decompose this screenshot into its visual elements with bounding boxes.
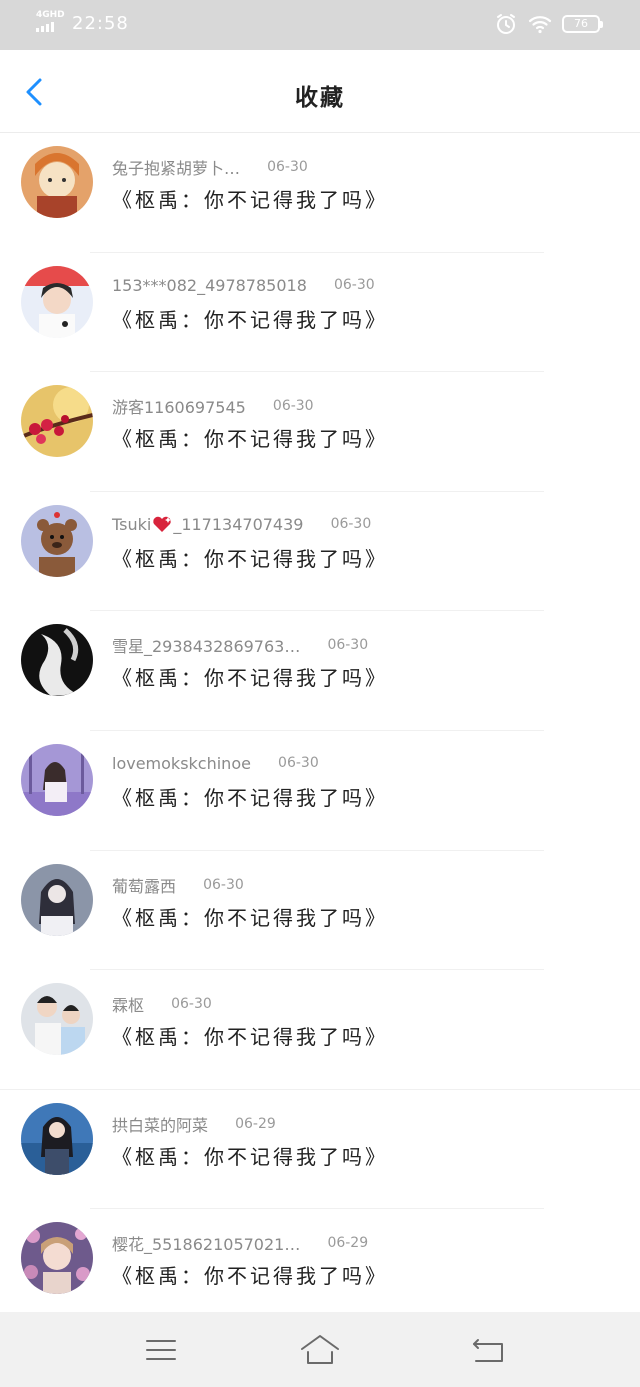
nickname: Tsuki <box>112 514 152 534</box>
date: 06-30 <box>203 876 244 893</box>
avatar[interactable] <box>21 624 93 697</box>
item-title: 《枢禹：你不记得我了吗》 <box>112 905 388 930</box>
date: 06-30 <box>330 516 372 533</box>
item-title: 《枢禹：你不记得我了吗》 <box>112 307 388 332</box>
item-meta: 葡萄露西 06-30 <box>112 873 244 897</box>
item-title: 《枢禹：你不记得我了吗》 <box>112 666 388 691</box>
date: 06-30 <box>272 398 314 415</box>
item-meta: 樱花_5518621057021… 06-29 <box>112 1231 368 1255</box>
date: 06-29 <box>327 1235 369 1252</box>
item-meta: lovemokskchinoe 06-30 <box>112 753 319 777</box>
item-meta: 拱白菜的阿菜 06-29 <box>112 1112 276 1136</box>
item-meta: 兔子抱紧胡萝卜… 06-30 <box>112 155 308 179</box>
list-item[interactable]: 霖枢 06-30 《枢禹：你不记得我了吗》 <box>0 970 640 1090</box>
page-title: 收藏 <box>295 85 345 111</box>
item-title: 《枢禹：你不记得我了吗》 <box>112 546 388 571</box>
nickname: lovemokskchinoe <box>112 753 251 773</box>
avatar[interactable] <box>21 146 93 218</box>
date: 06-30 <box>327 637 369 654</box>
item-title: 《枢禹：你不记得我了吗》 <box>112 785 388 810</box>
item-title: 《枢禹：你不记得我了吗》 <box>112 1264 388 1289</box>
item-title: 《枢禹：你不记得我了吗》 <box>112 427 388 452</box>
network-type: 4GHD <box>36 10 65 20</box>
item-meta: 153***082_4978785018 06-30 <box>112 275 375 299</box>
nickname: 拱白菜的阿菜 <box>112 1115 209 1135</box>
list-item[interactable]: 樱花_5518621057021… 06-29 《枢禹：你不记得我了吗》 <box>0 1209 640 1329</box>
list-item[interactable]: 153***082_4978785018 06-30 《枢禹：你不记得我了吗》 <box>0 253 640 373</box>
home-icon[interactable] <box>298 1330 342 1370</box>
item-meta: 雪星_2938432869763… 06-30 <box>112 633 368 657</box>
avatar[interactable] <box>21 385 93 458</box>
avatar[interactable] <box>21 1222 93 1295</box>
battery-tip <box>600 21 603 28</box>
battery-icon: 76 <box>562 15 600 33</box>
list-item[interactable]: 雪星_2938432869763… 06-30 《枢禹：你不记得我了吗》 <box>0 611 640 731</box>
avatar[interactable] <box>21 265 93 338</box>
nickname: 樱花_5518621057021… <box>112 1235 301 1255</box>
nickname: 霖枢 <box>112 996 145 1016</box>
header: 收藏 <box>0 50 640 133</box>
list-item[interactable]: 游客1160697545 06-30 《枢禹：你不记得我了吗》 <box>0 372 640 492</box>
avatar[interactable] <box>21 983 93 1056</box>
avatar[interactable] <box>21 504 93 577</box>
battery-level: 76 <box>574 17 588 30</box>
item-title: 《枢禹：你不记得我了吗》 <box>112 1025 388 1050</box>
list-item[interactable]: lovemokskchinoe 06-30 《枢禹：你不记得我了吗》 <box>0 731 640 851</box>
status-time: 22:58 <box>72 13 129 34</box>
signal-icon <box>36 22 54 32</box>
nickname: 雪星_2938432869763… <box>112 637 301 657</box>
favorites-list: 兔子抱紧胡萝卜… 06-30 《枢禹：你不记得我了吗》 153***082_49… <box>0 133 640 1329</box>
avatar[interactable] <box>21 743 93 816</box>
item-title: 《枢禹：你不记得我了吗》 <box>112 188 388 212</box>
date: 06-30 <box>267 159 308 175</box>
status-bar: 4GHD 22:58 76 <box>0 0 640 50</box>
list-item[interactable]: 拱白菜的阿菜 06-29 《枢禹：你不记得我了吗》 <box>0 1090 640 1210</box>
avatar[interactable] <box>21 1102 93 1175</box>
item-meta: 游客1160697545 06-30 <box>112 394 314 418</box>
system-nav-bar <box>0 1312 640 1387</box>
list-item[interactable]: Tsuki _117134707439 06-30 《枢禹：你不记得我了吗》 <box>0 492 640 612</box>
nickname: 游客1160697545 <box>112 398 246 418</box>
date: 06-30 <box>171 996 212 1013</box>
wifi-icon <box>528 16 552 34</box>
list-item[interactable]: 兔子抱紧胡萝卜… 06-30 《枢禹：你不记得我了吗》 <box>0 133 640 253</box>
nickname: 153***082_4978785018 <box>112 275 307 295</box>
item-meta: Tsuki _117134707439 06-30 <box>112 514 371 538</box>
date: 06-30 <box>278 755 319 772</box>
nickname: 葡萄露西 <box>112 876 177 896</box>
item-title: 《枢禹：你不记得我了吗》 <box>112 1144 388 1169</box>
list-item[interactable]: 葡萄露西 06-30 《枢禹：你不记得我了吗》 <box>0 851 640 971</box>
menu-icon[interactable] <box>139 1330 183 1370</box>
date: 06-29 <box>235 1115 276 1132</box>
item-meta: 霖枢 06-30 <box>112 992 212 1016</box>
sparkling-heart-icon <box>153 517 172 533</box>
avatar[interactable] <box>21 863 93 936</box>
nickname-suffix: _117134707439 <box>173 514 304 534</box>
alarm-icon <box>497 14 515 34</box>
back-icon[interactable] <box>466 1330 510 1370</box>
date: 06-30 <box>333 277 375 294</box>
nickname: 兔子抱紧胡萝卜… <box>112 159 241 178</box>
